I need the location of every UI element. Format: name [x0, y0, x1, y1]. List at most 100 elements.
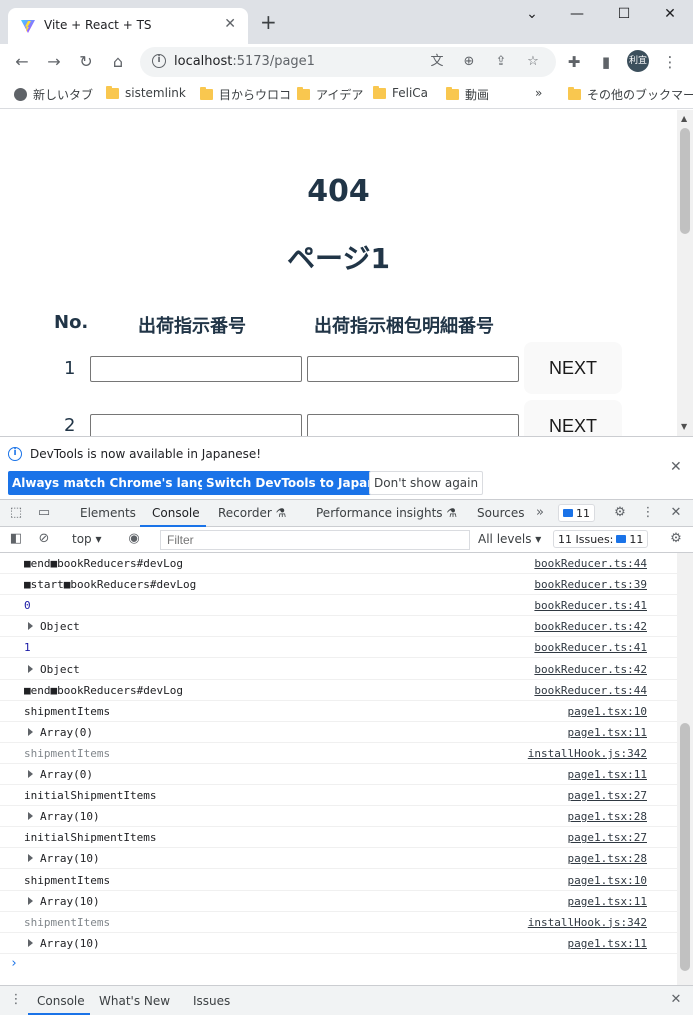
reload-icon[interactable]: ↻: [76, 52, 96, 72]
browser-tab[interactable]: Vite + React + TS ✕: [8, 8, 248, 44]
console-source-link[interactable]: page1.tsx:10: [568, 874, 647, 887]
dont-show-again-button[interactable]: Don't show again: [369, 471, 484, 495]
menu-icon[interactable]: ⋮: [660, 52, 680, 72]
bookmark-douga[interactable]: 動画: [446, 86, 489, 103]
console-source-link[interactable]: installHook.js:342: [528, 747, 647, 760]
console-source-link[interactable]: page1.tsx:11: [568, 895, 647, 908]
console-source-link[interactable]: installHook.js:342: [528, 916, 647, 929]
console-source-link[interactable]: page1.tsx:11: [568, 937, 647, 950]
console-source-link[interactable]: page1.tsx:11: [568, 768, 647, 781]
expand-triangle-icon[interactable]: [28, 896, 33, 905]
scroll-down-icon[interactable]: ▼: [681, 422, 687, 431]
tab-sources[interactable]: Sources: [477, 506, 524, 520]
site-info-icon[interactable]: i: [152, 54, 166, 68]
console-source-link[interactable]: page1.tsx:11: [568, 726, 647, 739]
home-icon[interactable]: ⌂: [108, 52, 128, 72]
close-drawer-icon[interactable]: ✕: [668, 992, 684, 1008]
page-scrollbar[interactable]: ▲ ▼: [677, 110, 693, 436]
console-message-text[interactable]: Object: [40, 663, 80, 676]
tab-search-icon[interactable]: ⌄: [517, 6, 547, 22]
expand-triangle-icon[interactable]: [28, 727, 33, 736]
tab-recorder[interactable]: Recorder ⚗: [218, 506, 286, 520]
console-message-text[interactable]: Array(10): [40, 895, 100, 908]
console-source-link[interactable]: bookReducer.ts:39: [534, 578, 647, 591]
drawer-tab-whats-new[interactable]: What's New: [99, 994, 170, 1008]
settings-gear-icon[interactable]: ⚙: [612, 505, 628, 521]
console-source-link[interactable]: page1.tsx:28: [568, 810, 647, 823]
expand-triangle-icon[interactable]: [28, 622, 33, 631]
back-icon[interactable]: ←: [12, 52, 32, 72]
close-infobar-icon[interactable]: ✕: [670, 459, 682, 475]
tab-performance-insights[interactable]: Performance insights ⚗: [316, 506, 457, 520]
close-devtools-icon[interactable]: ✕: [668, 505, 684, 521]
detail-no-input[interactable]: [307, 414, 519, 436]
clear-console-icon[interactable]: ⊘: [36, 531, 52, 547]
bookmark-new-tab[interactable]: 新しいタブ: [14, 86, 93, 103]
inspect-element-icon[interactable]: ⬚: [8, 505, 24, 521]
profile-avatar[interactable]: 利宜: [627, 50, 649, 72]
log-levels-dropdown[interactable]: All levels ▾: [478, 532, 541, 546]
drawer-menu-icon[interactable]: ⋮: [8, 992, 24, 1008]
console-source-link[interactable]: bookReducer.ts:41: [534, 641, 647, 654]
bookmarks-overflow-icon[interactable]: »: [535, 86, 542, 100]
address-bar[interactable]: i localhost:5173/page1 文 ⊕ ⇪ ☆: [140, 47, 556, 77]
close-tab-icon[interactable]: ✕: [224, 16, 236, 32]
scroll-up-icon[interactable]: ▲: [681, 114, 687, 123]
expand-triangle-icon[interactable]: [28, 938, 33, 947]
bookmark-felica[interactable]: FeliCa: [373, 85, 428, 100]
console-prompt-icon[interactable]: ›: [10, 956, 18, 971]
tab-console[interactable]: Console: [152, 506, 200, 520]
console-message-text[interactable]: Array(10): [40, 852, 100, 865]
next-button[interactable]: NEXT: [524, 342, 622, 394]
forward-icon[interactable]: →: [44, 52, 64, 72]
more-tabs-icon[interactable]: »: [532, 505, 548, 521]
expand-triangle-icon[interactable]: [28, 812, 33, 821]
maximize-icon[interactable]: ☐: [609, 6, 639, 22]
expand-triangle-icon[interactable]: [28, 770, 33, 778]
console-source-link[interactable]: bookReducer.ts:42: [534, 663, 647, 676]
console-scrollbar[interactable]: [677, 553, 693, 985]
url-text[interactable]: localhost:5173/page1: [174, 54, 315, 69]
bookmark-other[interactable]: その他のブックマーク: [568, 86, 693, 103]
console-settings-icon[interactable]: ⚙: [668, 531, 684, 547]
console-source-link[interactable]: bookReducer.ts:44: [534, 684, 647, 697]
console-scroll-thumb[interactable]: [680, 723, 690, 971]
console-message-text[interactable]: Array(0): [40, 768, 93, 781]
share-icon[interactable]: ⇪: [492, 53, 510, 71]
extensions-icon[interactable]: ✚: [564, 52, 584, 72]
console-source-link[interactable]: bookReducer.ts:42: [534, 620, 647, 633]
bookmark-mekara-uroko[interactable]: 目からウロコ: [200, 86, 291, 103]
console-source-link[interactable]: page1.tsx:27: [568, 789, 647, 802]
issues-badge[interactable]: 11: [558, 504, 595, 522]
console-message-text[interactable]: Array(10): [40, 937, 100, 950]
context-selector[interactable]: top ▾: [72, 532, 102, 546]
next-button[interactable]: NEXT: [524, 400, 622, 436]
console-source-link[interactable]: page1.tsx:10: [568, 705, 647, 718]
detail-no-input[interactable]: [307, 356, 519, 382]
console-message-text[interactable]: Object: [40, 620, 80, 633]
drawer-tab-issues[interactable]: Issues: [193, 994, 230, 1008]
translate-icon[interactable]: 文: [428, 53, 446, 71]
expand-triangle-icon[interactable]: [28, 854, 33, 863]
eye-icon[interactable]: ◉: [126, 531, 142, 547]
shipment-no-input[interactable]: [90, 356, 302, 382]
console-source-link[interactable]: bookReducer.ts:44: [534, 557, 647, 570]
bookmark-sistemlink[interactable]: sistemlink: [106, 85, 186, 100]
side-panel-icon[interactable]: ▮: [596, 52, 616, 72]
console-source-link[interactable]: page1.tsx:27: [568, 831, 647, 844]
minimize-icon[interactable]: —: [562, 6, 592, 22]
page-scroll-thumb[interactable]: [680, 128, 690, 234]
console-source-link[interactable]: page1.tsx:28: [568, 852, 647, 865]
console-message-text[interactable]: Array(0): [40, 726, 93, 739]
bookmark-idea[interactable]: アイデア: [297, 86, 363, 103]
new-tab-icon[interactable]: +: [260, 12, 277, 32]
close-window-icon[interactable]: ✕: [655, 6, 685, 22]
console-filter-input[interactable]: [160, 530, 470, 550]
tab-elements[interactable]: Elements: [80, 506, 136, 520]
bookmark-star-icon[interactable]: ☆: [524, 53, 542, 71]
device-toolbar-icon[interactable]: ▭: [36, 505, 52, 521]
more-options-icon[interactable]: ⋮: [640, 505, 656, 521]
issues-counter[interactable]: 11 Issues: 11: [553, 530, 649, 548]
sidebar-toggle-icon[interactable]: ◧: [8, 531, 24, 547]
console-message-text[interactable]: Array(10): [40, 810, 100, 823]
